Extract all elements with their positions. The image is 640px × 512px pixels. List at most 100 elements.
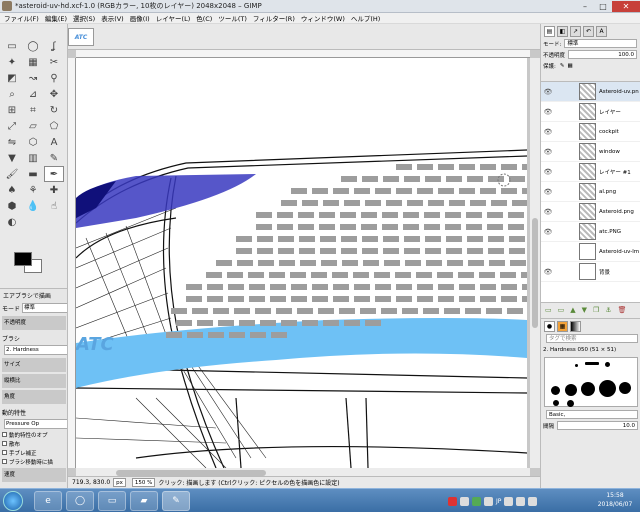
channels-tab-icon[interactable]: ◧ (557, 25, 568, 37)
browser-taskbar-icon[interactable]: ◯ (66, 491, 94, 511)
menu-windows[interactable]: ウィンドウ(W) (301, 13, 345, 23)
zoom-select[interactable]: 150 % (131, 478, 156, 487)
measure-icon[interactable]: ⊿ (23, 86, 43, 102)
opacity-slider[interactable]: 不透明度 (2, 316, 66, 330)
minimize-button[interactable]: – (576, 1, 594, 12)
layer-name[interactable]: Asteroid.png (599, 209, 634, 215)
move-icon[interactable]: ✥ (44, 86, 64, 102)
image-tab-thumbnail[interactable]: ATC (68, 28, 94, 46)
patterns-tab-icon[interactable]: ▦ (557, 320, 568, 332)
foreground-select-icon[interactable]: ◩ (2, 70, 22, 86)
ink-icon[interactable]: ♠ (2, 182, 22, 198)
rate-slider[interactable]: 速度 (2, 468, 66, 482)
lower-layer-icon[interactable]: ▼ (582, 306, 587, 314)
layer-mode-select[interactable]: 標準 (564, 39, 637, 48)
layer-row[interactable]: 👁 レイヤー #1 (541, 162, 640, 182)
anchor-layer-icon[interactable]: ⚓ (605, 306, 611, 314)
spacing-value[interactable]: 10.0 (557, 421, 638, 430)
blend-icon[interactable]: ▥ (23, 150, 43, 166)
scissors-icon[interactable]: ✂ (44, 54, 64, 70)
layer-row[interactable]: 👁 al.png (541, 182, 640, 202)
layers-tab-icon[interactable]: ▤ (544, 25, 555, 37)
lock-alpha-icon[interactable]: ▦ (567, 63, 572, 69)
layer-row[interactable]: 👁 Asteroid-uv.pn (541, 82, 640, 102)
align-icon[interactable]: ⊞ (2, 102, 22, 118)
menu-edit[interactable]: 編集(E) (45, 13, 67, 23)
folder-taskbar-icon[interactable]: ▰ (130, 491, 158, 511)
jitter-checkbox[interactable]: 散布 (0, 439, 67, 448)
gradients-tab-icon[interactable] (570, 320, 581, 332)
menu-help[interactable]: ヘルプ(H) (351, 13, 380, 23)
layer-row[interactable]: 👁 atc.PNG (541, 222, 640, 242)
menu-colors[interactable]: 色(C) (196, 13, 212, 23)
text-icon[interactable]: A (44, 134, 64, 150)
visibility-eye-icon[interactable]: 👁 (541, 108, 555, 116)
scale-icon[interactable]: ⤢ (2, 118, 22, 134)
tray-app-icon-3[interactable] (472, 496, 481, 506)
foreground-color-swatch[interactable] (14, 252, 32, 266)
smooth-stroke-checkbox[interactable]: 手ブレ補正 (0, 448, 67, 457)
blur-icon[interactable]: 💧 (23, 198, 43, 214)
heal-icon[interactable]: ✚ (44, 182, 64, 198)
horizontal-ruler[interactable] (76, 50, 530, 58)
layer-row[interactable]: 👁 レイヤー (541, 102, 640, 122)
raise-layer-icon[interactable]: ▲ (570, 306, 575, 314)
unit-select[interactable]: px (113, 478, 126, 487)
tray-app-icon-1[interactable] (448, 496, 457, 506)
brush-grid[interactable] (544, 357, 638, 407)
gimp-taskbar-icon[interactable]: ✎ (162, 491, 190, 511)
clone-icon[interactable]: ⚘ (23, 182, 43, 198)
lasso-icon[interactable]: ʆ (44, 38, 64, 54)
layer-opacity-value[interactable]: 100.0 (568, 50, 637, 59)
layer-name[interactable]: 背景 (599, 268, 610, 276)
brush-tag-filter[interactable]: タグで検索 (546, 334, 638, 343)
vertical-scrollbar[interactable] (530, 58, 540, 468)
layer-name[interactable]: cockpit (599, 129, 619, 135)
fg-bg-colors[interactable] (14, 252, 44, 274)
layer-row[interactable]: 👁 背景 (541, 262, 640, 282)
layer-name[interactable]: レイヤー (599, 108, 621, 116)
visibility-eye-icon[interactable]: 👁 (541, 128, 555, 136)
dynamics-select[interactable]: Pressure Op (4, 419, 67, 429)
new-group-icon[interactable]: ▭ (558, 306, 565, 314)
layer-name[interactable]: Asteroid-uv-lm (599, 249, 639, 255)
lock-pixels-icon[interactable]: ✎ (560, 63, 565, 69)
volume-icon[interactable] (516, 496, 526, 506)
layer-row[interactable]: 👁 window (541, 142, 640, 162)
menu-view[interactable]: 表示(V) (101, 13, 124, 23)
rect-select-icon[interactable]: ▭ (2, 38, 22, 54)
shear-icon[interactable]: ▱ (23, 118, 43, 134)
visibility-eye-icon[interactable]: 👁 (541, 168, 555, 176)
ie-taskbar-icon[interactable]: e (34, 491, 62, 511)
fonts-tab-icon[interactable]: A (596, 25, 607, 37)
brushes-tab-icon[interactable]: ● (544, 320, 555, 332)
fuzzy-select-icon[interactable]: ✦ (2, 54, 22, 70)
flag-icon[interactable] (528, 496, 538, 506)
delete-layer-icon[interactable]: 🗑 (618, 306, 627, 314)
aspect-ratio-slider[interactable]: 縦横比 (2, 374, 66, 388)
ellipse-select-icon[interactable]: ◯ (23, 38, 43, 54)
eraser-icon[interactable]: ▬ (23, 166, 43, 182)
paths-tab-icon[interactable]: ↗ (570, 25, 581, 37)
vertical-scroll-thumb[interactable] (532, 218, 538, 328)
visibility-eye-icon[interactable]: 👁 (541, 88, 555, 96)
zoom-icon[interactable]: ⌕ (2, 86, 22, 102)
undo-tab-icon[interactable]: ↶ (583, 25, 594, 37)
smudge-icon[interactable]: ☝ (44, 198, 64, 214)
size-slider[interactable]: サイズ (2, 358, 66, 372)
menu-tools[interactable]: ツール(T) (218, 13, 247, 23)
menu-filters[interactable]: フィルター(R) (253, 13, 295, 23)
explorer-taskbar-icon[interactable]: ▭ (98, 491, 126, 511)
tray-app-icon-2[interactable] (460, 496, 469, 506)
layer-row[interactable]: 👁 cockpit (541, 122, 640, 142)
close-button[interactable]: ✕ (612, 0, 640, 12)
visibility-eye-icon[interactable]: 👁 (541, 148, 555, 156)
rotate-icon[interactable]: ↻ (44, 102, 64, 118)
layer-row[interactable]: 👁 Asteroid.png (541, 202, 640, 222)
visibility-eye-icon[interactable]: 👁 (541, 268, 555, 276)
perspective-icon[interactable]: ⬠ (44, 118, 64, 134)
pencil-icon[interactable]: ✎ (44, 150, 64, 166)
maximize-button[interactable]: □ (594, 1, 612, 12)
visibility-eye-icon[interactable]: 👁 (541, 188, 555, 196)
vertical-ruler[interactable] (68, 58, 76, 468)
